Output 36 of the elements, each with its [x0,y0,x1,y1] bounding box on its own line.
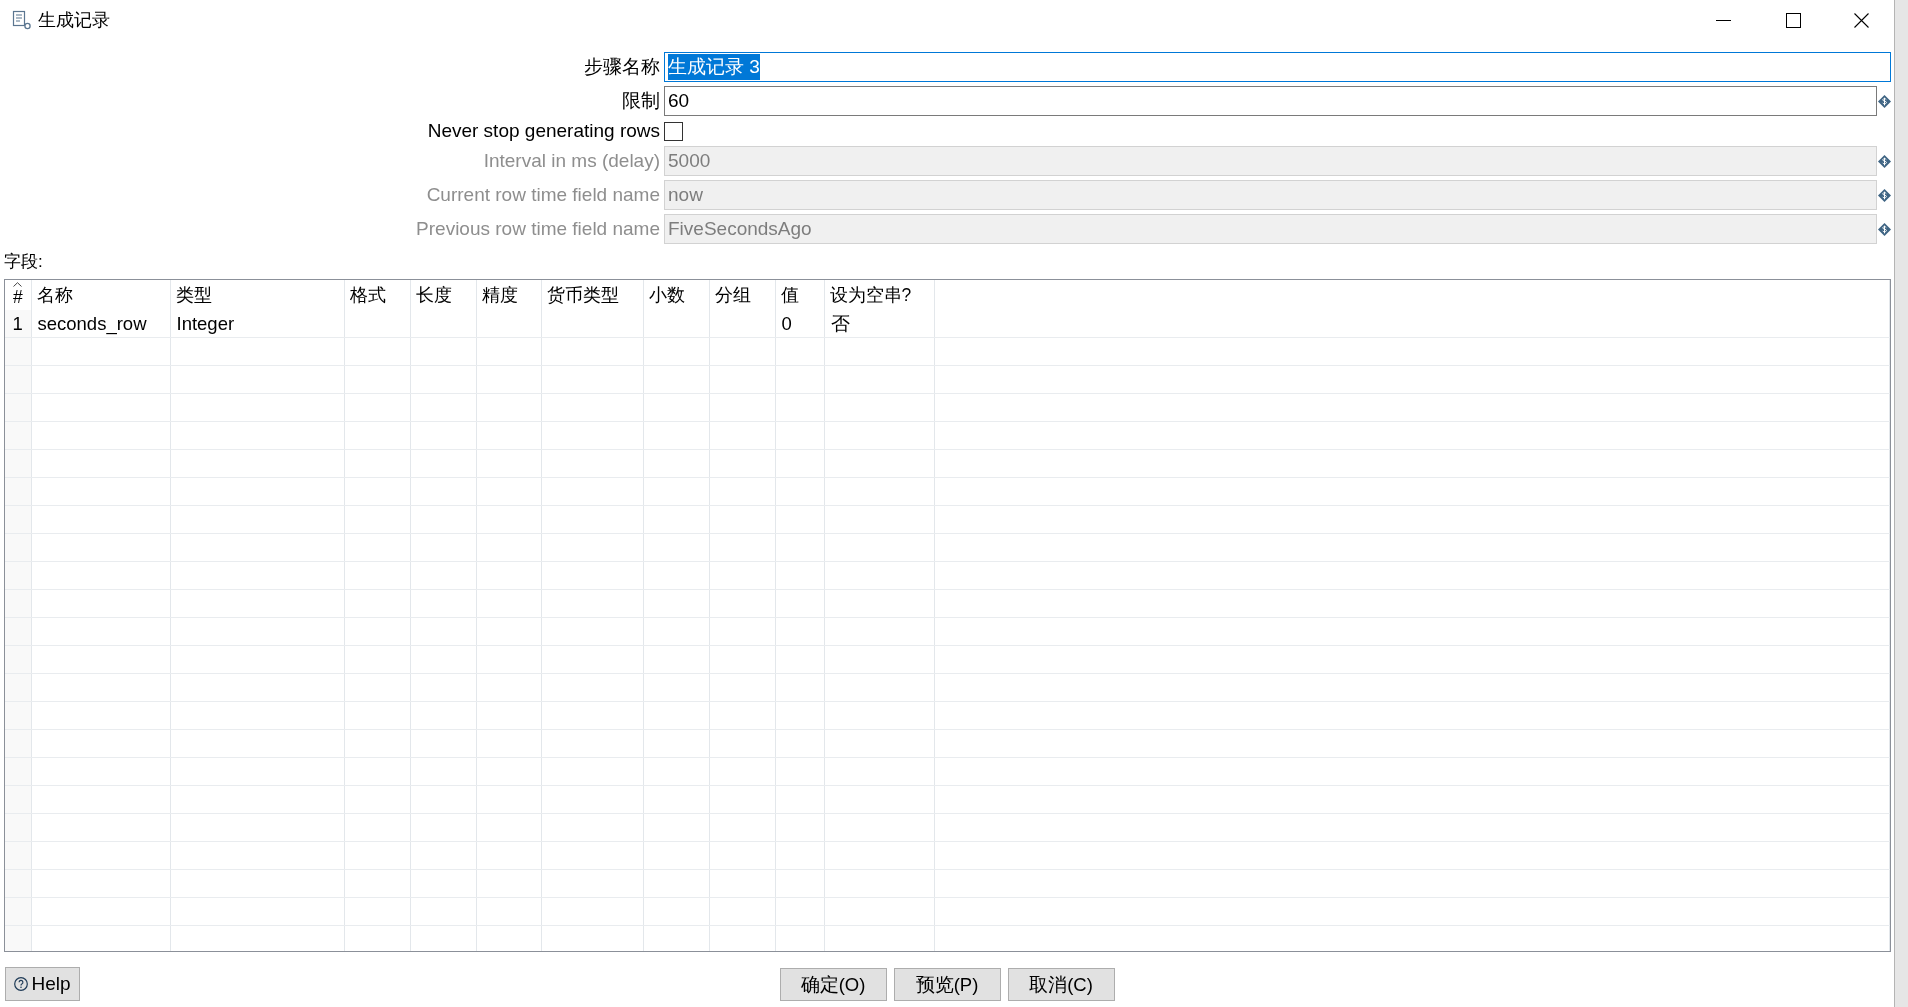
dialog-button[interactable]: 取消(C) [1007,968,1115,1001]
maximize-icon [1785,12,1801,28]
column-header[interactable]: 格式 [349,285,386,305]
table-cell: 0 [775,310,824,338]
column-header[interactable]: 名称 [36,285,73,305]
column-header[interactable]: 小数 [648,285,685,305]
field-label: 步骤名称 [584,55,660,79]
window-title: 生成记录 [38,9,110,32]
field-label: Previous row time field name [416,218,660,240]
dialog-button[interactable]: 预览(P) [893,968,1001,1001]
checkbox[interactable] [664,121,683,141]
section-label: 字段: [4,251,43,273]
input-field[interactable]: 60 [664,86,1877,116]
column-header[interactable]: # [12,286,23,307]
table-cell: Integer [170,310,344,338]
document-gear-icon [12,10,32,30]
field-label: Current row time field name [426,184,660,206]
column-header[interactable]: 类型 [175,285,212,305]
column-header[interactable]: 值 [780,285,799,305]
row-number: 1 [5,310,31,338]
column-header[interactable]: 长度 [415,285,452,305]
minimize-icon [1715,19,1731,21]
dialog-button[interactable]: 确定(O) [779,968,887,1001]
input-field[interactable]: 生成记录 3 [664,52,1891,82]
table-cell: seconds_row [31,310,170,338]
field-label: Interval in ms (delay) [483,150,660,172]
column-header[interactable]: 精度 [481,285,518,305]
field-label: 限制 [622,89,660,113]
field-label: Never stop generating rows [427,120,660,142]
help-button[interactable]: Help [5,967,80,1001]
column-header[interactable]: 货币类型 [546,285,619,305]
table-cell: 否 [824,310,934,338]
close-icon [1853,12,1869,28]
column-header[interactable]: 分组 [714,285,751,305]
help-icon [14,977,29,991]
column-header[interactable]: 设为空串? [829,285,912,305]
